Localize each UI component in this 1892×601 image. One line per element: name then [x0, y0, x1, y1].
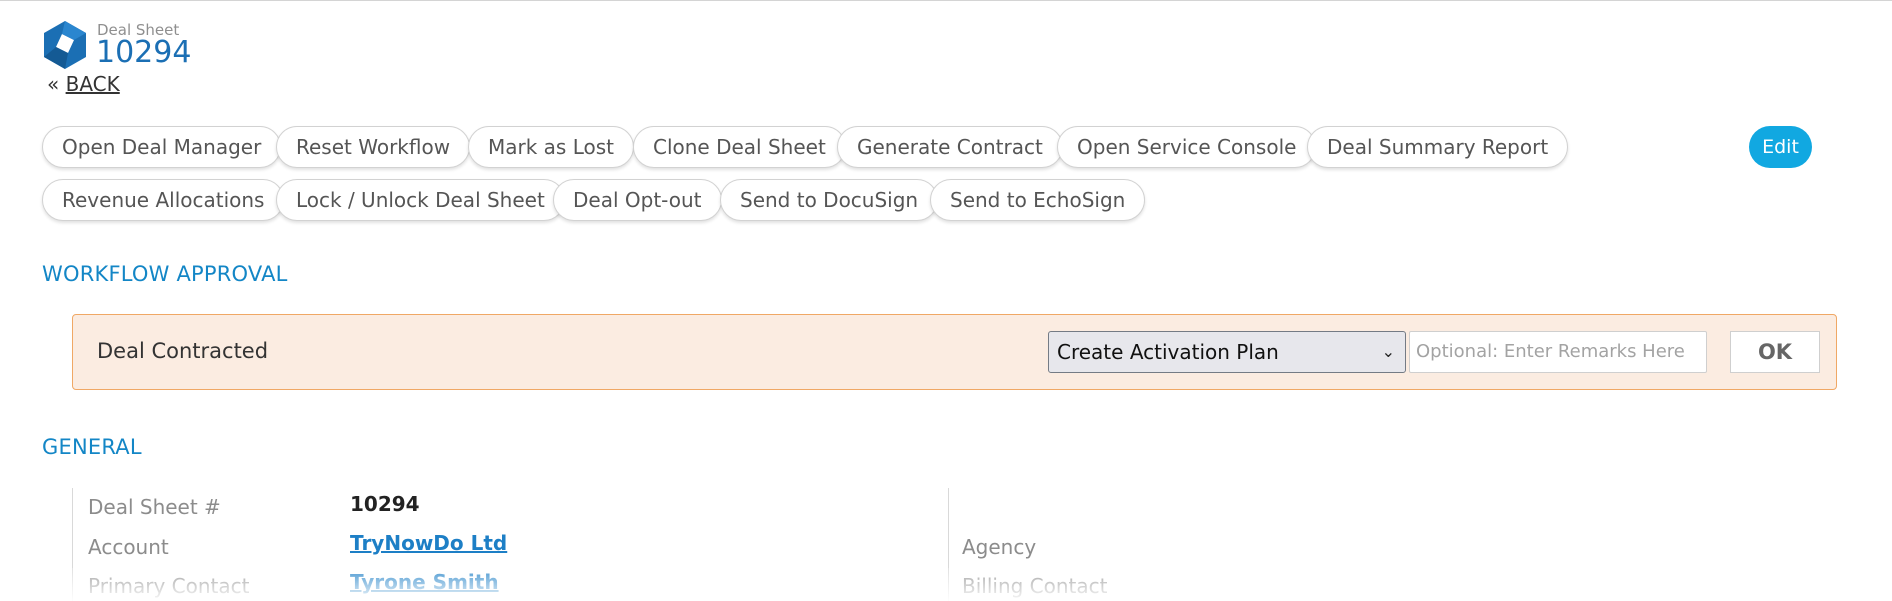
deal-sheet-number-value: 10294	[350, 492, 420, 516]
agency-label: Agency	[962, 535, 1037, 559]
deal-opt-out-button[interactable]: Deal Opt-out	[553, 179, 722, 221]
app-logo-icon	[40, 20, 90, 70]
account-label: Account	[88, 535, 169, 559]
general-heading: GENERAL	[42, 435, 142, 459]
workflow-panel: Deal Contracted Create Activation Plan ⌄…	[72, 314, 1837, 390]
primary-contact-link[interactable]: Tyrone Smith	[350, 570, 499, 594]
send-to-docusign-button[interactable]: Send to DocuSign	[720, 179, 939, 221]
clone-deal-sheet-button[interactable]: Clone Deal Sheet	[633, 126, 846, 168]
account-link[interactable]: TryNowDo Ltd	[350, 531, 507, 555]
workflow-action-value: Create Activation Plan	[1057, 340, 1279, 364]
remarks-input[interactable]: Optional: Enter Remarks Here	[1409, 331, 1707, 373]
top-divider	[0, 0, 1892, 1]
mark-as-lost-button[interactable]: Mark as Lost	[468, 126, 634, 168]
reset-workflow-button[interactable]: Reset Workflow	[276, 126, 471, 168]
deal-sheet-number: 10294	[96, 35, 192, 70]
remarks-placeholder: Optional: Enter Remarks Here	[1416, 341, 1685, 362]
general-middle-rule	[948, 488, 949, 601]
chevron-down-icon: ⌄	[1381, 342, 1395, 361]
open-service-console-button[interactable]: Open Service Console	[1057, 126, 1317, 168]
back-nav: « BACK	[47, 72, 120, 96]
general-left-rule	[72, 488, 73, 601]
workflow-approval-heading: WORKFLOW APPROVAL	[42, 262, 288, 286]
lock-unlock-deal-sheet-button[interactable]: Lock / Unlock Deal Sheet	[276, 179, 565, 221]
deal-summary-report-button[interactable]: Deal Summary Report	[1307, 126, 1569, 168]
revenue-allocations-button[interactable]: Revenue Allocations	[42, 179, 285, 221]
deal-sheet-number-label: Deal Sheet #	[88, 495, 221, 519]
billing-contact-label: Billing Contact	[962, 574, 1108, 598]
workflow-status: Deal Contracted	[97, 339, 269, 363]
primary-contact-label: Primary Contact	[88, 574, 250, 598]
workflow-action-select[interactable]: Create Activation Plan ⌄	[1048, 331, 1406, 373]
open-deal-manager-button[interactable]: Open Deal Manager	[42, 126, 282, 168]
ok-button[interactable]: OK	[1730, 331, 1820, 373]
send-to-echosign-button[interactable]: Send to EchoSign	[930, 179, 1146, 221]
back-link[interactable]: BACK	[66, 72, 120, 96]
scroll-fade	[0, 568, 1892, 601]
generate-contract-button[interactable]: Generate Contract	[837, 126, 1063, 168]
edit-button[interactable]: Edit	[1749, 126, 1812, 168]
back-arrow-icon: «	[47, 72, 60, 96]
